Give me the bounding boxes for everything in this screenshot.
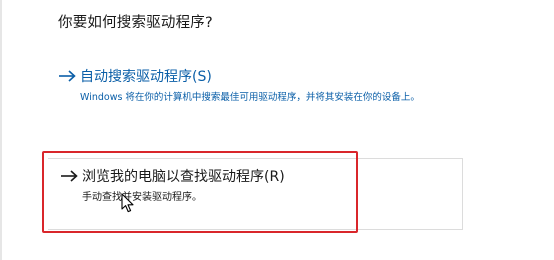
auto-search-title-row: 自动搜索驱动程序(S) — [58, 66, 463, 86]
browse-option-title: 浏览我的电脑以查找驱动程序(R) — [82, 169, 285, 185]
arrow-right-icon — [61, 170, 78, 182]
arrow-right-icon — [59, 70, 76, 82]
auto-search-option[interactable]: 自动搜索驱动程序(S) Windows 将在你的计算机中搜索最佳可用驱动程序，并… — [58, 66, 463, 103]
mouse-pointer-icon — [121, 193, 134, 213]
browse-computer-option[interactable]: 浏览我的电脑以查找驱动程序(R) 手动查找并安装驱动程序。 — [48, 158, 463, 230]
browse-option-description: 手动查找并安装驱动程序。 — [82, 192, 202, 203]
browse-title-row: 浏览我的电脑以查找驱动程序(R) — [60, 166, 285, 186]
driver-update-dialog: 你要如何搜索驱动程序? 自动搜索驱动程序(S) Windows 将在你的计算机中… — [0, 0, 554, 260]
browse-option-content: 浏览我的电脑以查找驱动程序(R) 手动查找并安装驱动程序。 — [60, 166, 285, 203]
dialog-heading: 你要如何搜索驱动程序? — [58, 15, 213, 31]
window-edge — [0, 0, 2, 260]
auto-search-title: 自动搜索驱动程序(S) — [80, 69, 212, 85]
auto-search-description: Windows 将在你的计算机中搜索最佳可用驱动程序，并将其安装在你的设备上。 — [80, 92, 420, 103]
